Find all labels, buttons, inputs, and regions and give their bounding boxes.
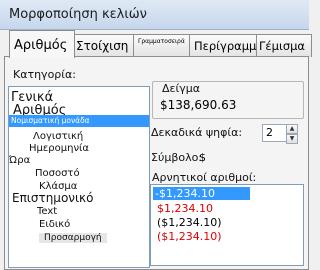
- category-item[interactable]: Προσαρμογή: [39, 233, 107, 243]
- decimals-value: 2: [266, 126, 273, 139]
- category-list[interactable]: Γενικά Αριθμός Νομισματική μονάδα Λογιστ…: [8, 86, 150, 268]
- negative-option-selected[interactable]: -$1,234.10: [153, 187, 250, 200]
- sample-label: Δείγμα: [160, 82, 202, 95]
- tab-font[interactable]: Γραμματοσειρά: [133, 34, 195, 57]
- category-item[interactable]: Ειδικό: [39, 219, 70, 230]
- negative-option[interactable]: $1,234.10: [157, 202, 213, 215]
- tab-number[interactable]: Αριθμός: [9, 30, 75, 58]
- category-label: Κατηγορία:: [13, 68, 76, 81]
- category-item[interactable]: Ημερομηνία: [29, 143, 89, 154]
- tab-border[interactable]: Περίγραμμα: [189, 34, 263, 57]
- symbol-label: Σύμβολο:: [151, 151, 203, 164]
- tab-alignment[interactable]: Στοίχιση: [71, 34, 139, 57]
- spin-up-icon[interactable]: ▲: [286, 124, 298, 134]
- symbol-select[interactable]: $: [199, 151, 206, 164]
- decimals-label: Δεκαδικά ψηφία:: [151, 126, 243, 139]
- category-item[interactable]: Ποσοστό: [35, 168, 80, 179]
- tab-fill[interactable]: Γέμισμα: [256, 34, 312, 57]
- window-title: Μορφοποίηση κελιών: [9, 7, 147, 22]
- category-item-selected[interactable]: Νομισματική μονάδα: [9, 115, 149, 127]
- negative-label: Αρνητικοί αριθμοί:: [152, 171, 257, 184]
- negative-option[interactable]: ($1,234.10): [157, 216, 222, 229]
- category-item[interactable]: Λογιστική: [33, 131, 83, 142]
- category-item[interactable]: Ώρα: [9, 155, 30, 166]
- category-item[interactable]: Επιστημονικό: [12, 191, 93, 205]
- decimals-spinner[interactable]: ▲ ▼: [286, 124, 298, 144]
- negative-option[interactable]: ($1,234.10): [157, 230, 222, 243]
- spin-down-icon[interactable]: ▼: [286, 134, 298, 144]
- sample-value: $138,690.63: [160, 98, 237, 112]
- negative-list[interactable]: -$1,234.10 $1,234.10 ($1,234.10) ($1,234…: [150, 184, 304, 266]
- category-item[interactable]: Text: [37, 206, 57, 217]
